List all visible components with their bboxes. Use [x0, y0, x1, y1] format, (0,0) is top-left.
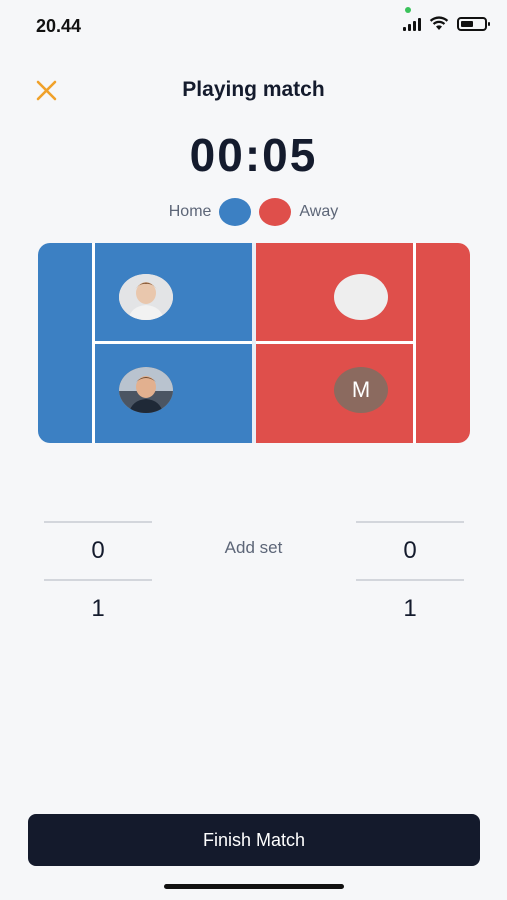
away-color-dot — [259, 198, 292, 226]
score-picker-spacer — [44, 469, 152, 521]
status-time: 20.44 — [36, 16, 82, 36]
home-player-1-avatar[interactable] — [119, 274, 173, 320]
person-photo-icon — [119, 274, 173, 320]
home-score-set-2[interactable]: 1 — [44, 581, 152, 637]
score-picker-spacer — [356, 469, 464, 521]
away-score-set-1[interactable]: 0 — [356, 523, 464, 579]
team-legend: Home Away — [0, 198, 507, 226]
battery-level-fill — [461, 20, 474, 27]
cellular-signal-icon — [403, 17, 421, 31]
away-player-1-avatar[interactable] — [334, 274, 388, 320]
home-player-2-avatar[interactable] — [119, 367, 173, 413]
away-player-2-avatar[interactable]: M — [334, 367, 388, 413]
court-net — [252, 243, 256, 443]
match-timer: 00:05 — [189, 129, 318, 181]
home-color-dot — [219, 198, 252, 226]
person-photo-icon — [119, 367, 173, 413]
privacy-indicator-dot — [405, 7, 411, 13]
away-label: Away — [299, 203, 339, 220]
finish-match-button[interactable]: Finish Match — [28, 814, 480, 866]
battery-icon — [457, 16, 490, 31]
page-title: Playing match — [182, 78, 325, 101]
padel-court: M — [38, 243, 470, 443]
status-icons — [403, 16, 490, 31]
add-set-label: Add set — [224, 538, 283, 557]
home-label: Home — [168, 203, 212, 220]
home-indicator — [164, 884, 344, 889]
wifi-icon — [429, 16, 449, 30]
status-bar: 20.44 — [0, 0, 507, 52]
away-score-set-2[interactable]: 1 — [356, 581, 464, 637]
away-score-column: 0 1 — [356, 469, 464, 637]
